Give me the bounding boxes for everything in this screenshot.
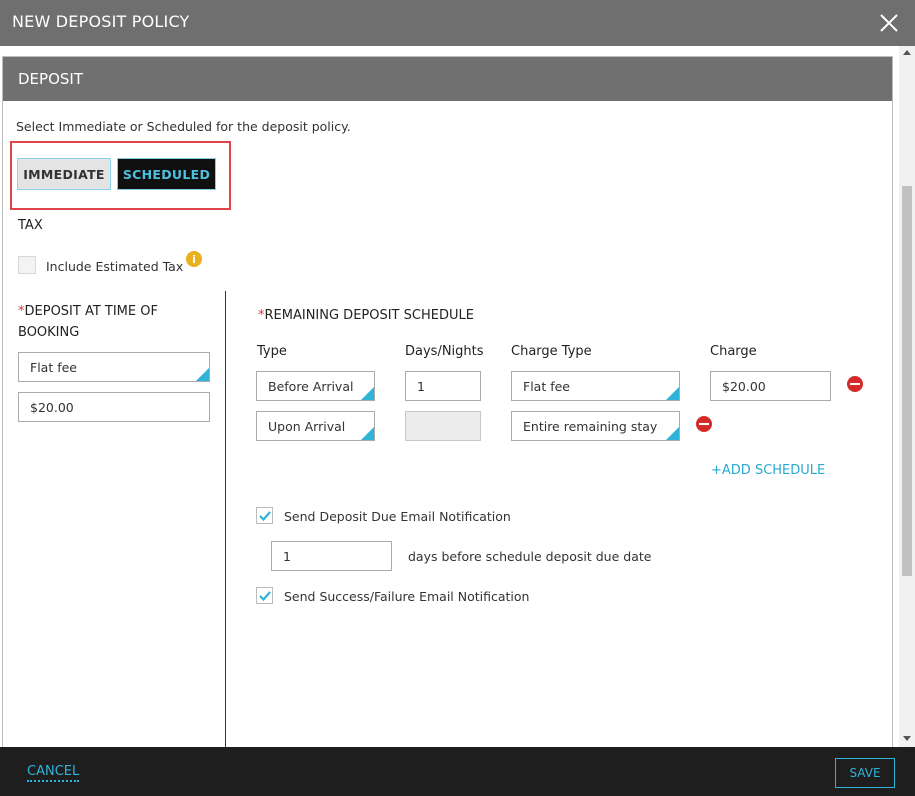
booking-amount-input[interactable]: $20.00 bbox=[18, 392, 210, 422]
info-icon[interactable]: i bbox=[186, 251, 202, 267]
checkmark-icon bbox=[259, 511, 271, 522]
dropdown-corner-icon bbox=[361, 427, 374, 440]
add-schedule-link[interactable]: +ADD SCHEDULE bbox=[711, 463, 825, 478]
schedule-row-2-charge-type-value: Entire remaining stay bbox=[523, 418, 658, 434]
scroll-up-icon[interactable] bbox=[903, 50, 911, 55]
schedule-row-2-type-value: Upon Arrival bbox=[268, 418, 346, 434]
dropdown-corner-icon bbox=[666, 387, 679, 400]
days-before-value: 1 bbox=[283, 548, 291, 564]
section-title: DEPOSIT bbox=[18, 70, 83, 88]
schedule-row-1-type-select[interactable]: Before Arrival bbox=[256, 371, 375, 401]
booking-deposit-title: *DEPOSIT AT TIME OF BOOKING bbox=[18, 301, 208, 343]
dialog-footer: CANCEL SAVE bbox=[0, 747, 915, 796]
vertical-scrollbar[interactable] bbox=[899, 46, 915, 747]
close-icon[interactable] bbox=[878, 12, 900, 34]
include-tax-label: Include Estimated Tax bbox=[46, 259, 184, 274]
schedule-title: *REMAINING DEPOSIT SCHEDULE bbox=[258, 305, 474, 326]
booking-amount-value: $20.00 bbox=[30, 399, 74, 415]
schedule-row-1-days-value: 1 bbox=[417, 378, 425, 394]
schedule-row-2-type-select[interactable]: Upon Arrival bbox=[256, 411, 375, 441]
intro-text: Select Immediate or Scheduled for the de… bbox=[16, 119, 351, 134]
success-email-checkbox[interactable] bbox=[256, 587, 273, 604]
scroll-down-icon[interactable] bbox=[903, 736, 911, 741]
scheduled-button[interactable]: SCHEDULED bbox=[117, 158, 216, 190]
dialog-title: NEW DEPOSIT POLICY bbox=[12, 12, 190, 31]
column-header-type: Type bbox=[257, 344, 287, 359]
scrollbar-thumb[interactable] bbox=[902, 186, 912, 576]
include-tax-checkbox[interactable] bbox=[18, 256, 36, 274]
schedule-row-2-days-input bbox=[405, 411, 481, 441]
column-header-charge: Charge bbox=[710, 344, 757, 359]
days-before-label: days before schedule deposit due date bbox=[408, 549, 652, 564]
remove-row-1-icon[interactable] bbox=[847, 376, 863, 392]
booking-type-select[interactable]: Flat fee bbox=[18, 352, 210, 382]
dialog-content: DEPOSIT Select Immediate or Scheduled fo… bbox=[0, 46, 915, 747]
success-email-label: Send Success/Failure Email Notification bbox=[284, 589, 530, 604]
booking-type-value: Flat fee bbox=[30, 359, 77, 375]
dropdown-corner-icon bbox=[361, 387, 374, 400]
schedule-row-1-charge-value: $20.00 bbox=[722, 378, 766, 394]
schedule-row-1-charge-type-select[interactable]: Flat fee bbox=[511, 371, 680, 401]
column-header-days: Days/Nights bbox=[405, 344, 484, 359]
remove-row-2-icon[interactable] bbox=[696, 416, 712, 432]
dropdown-corner-icon bbox=[666, 427, 679, 440]
immediate-button[interactable]: IMMEDIATE bbox=[17, 158, 111, 190]
schedule-row-1-charge-input[interactable]: $20.00 bbox=[710, 371, 831, 401]
save-button[interactable]: SAVE bbox=[835, 758, 895, 788]
section-header: DEPOSIT bbox=[3, 57, 892, 101]
column-header-charge-type: Charge Type bbox=[511, 344, 592, 359]
booking-deposit-title-text: DEPOSIT AT TIME OF BOOKING bbox=[18, 304, 158, 340]
schedule-row-1-type-value: Before Arrival bbox=[268, 378, 354, 394]
column-divider bbox=[225, 291, 226, 747]
schedule-row-2-charge-type-select[interactable]: Entire remaining stay bbox=[511, 411, 680, 441]
schedule-title-text: REMAINING DEPOSIT SCHEDULE bbox=[264, 308, 474, 323]
cancel-button[interactable]: CANCEL bbox=[27, 764, 80, 782]
schedule-row-1-charge-type-value: Flat fee bbox=[523, 378, 570, 394]
tax-title: TAX bbox=[18, 218, 43, 233]
days-before-input[interactable]: 1 bbox=[271, 541, 392, 571]
dialog-titlebar: NEW DEPOSIT POLICY bbox=[0, 0, 915, 46]
due-email-checkbox[interactable] bbox=[256, 507, 273, 524]
checkmark-icon bbox=[259, 591, 271, 602]
dropdown-corner-icon bbox=[196, 368, 209, 381]
due-email-label: Send Deposit Due Email Notification bbox=[284, 509, 511, 524]
schedule-row-1-days-input[interactable]: 1 bbox=[405, 371, 481, 401]
